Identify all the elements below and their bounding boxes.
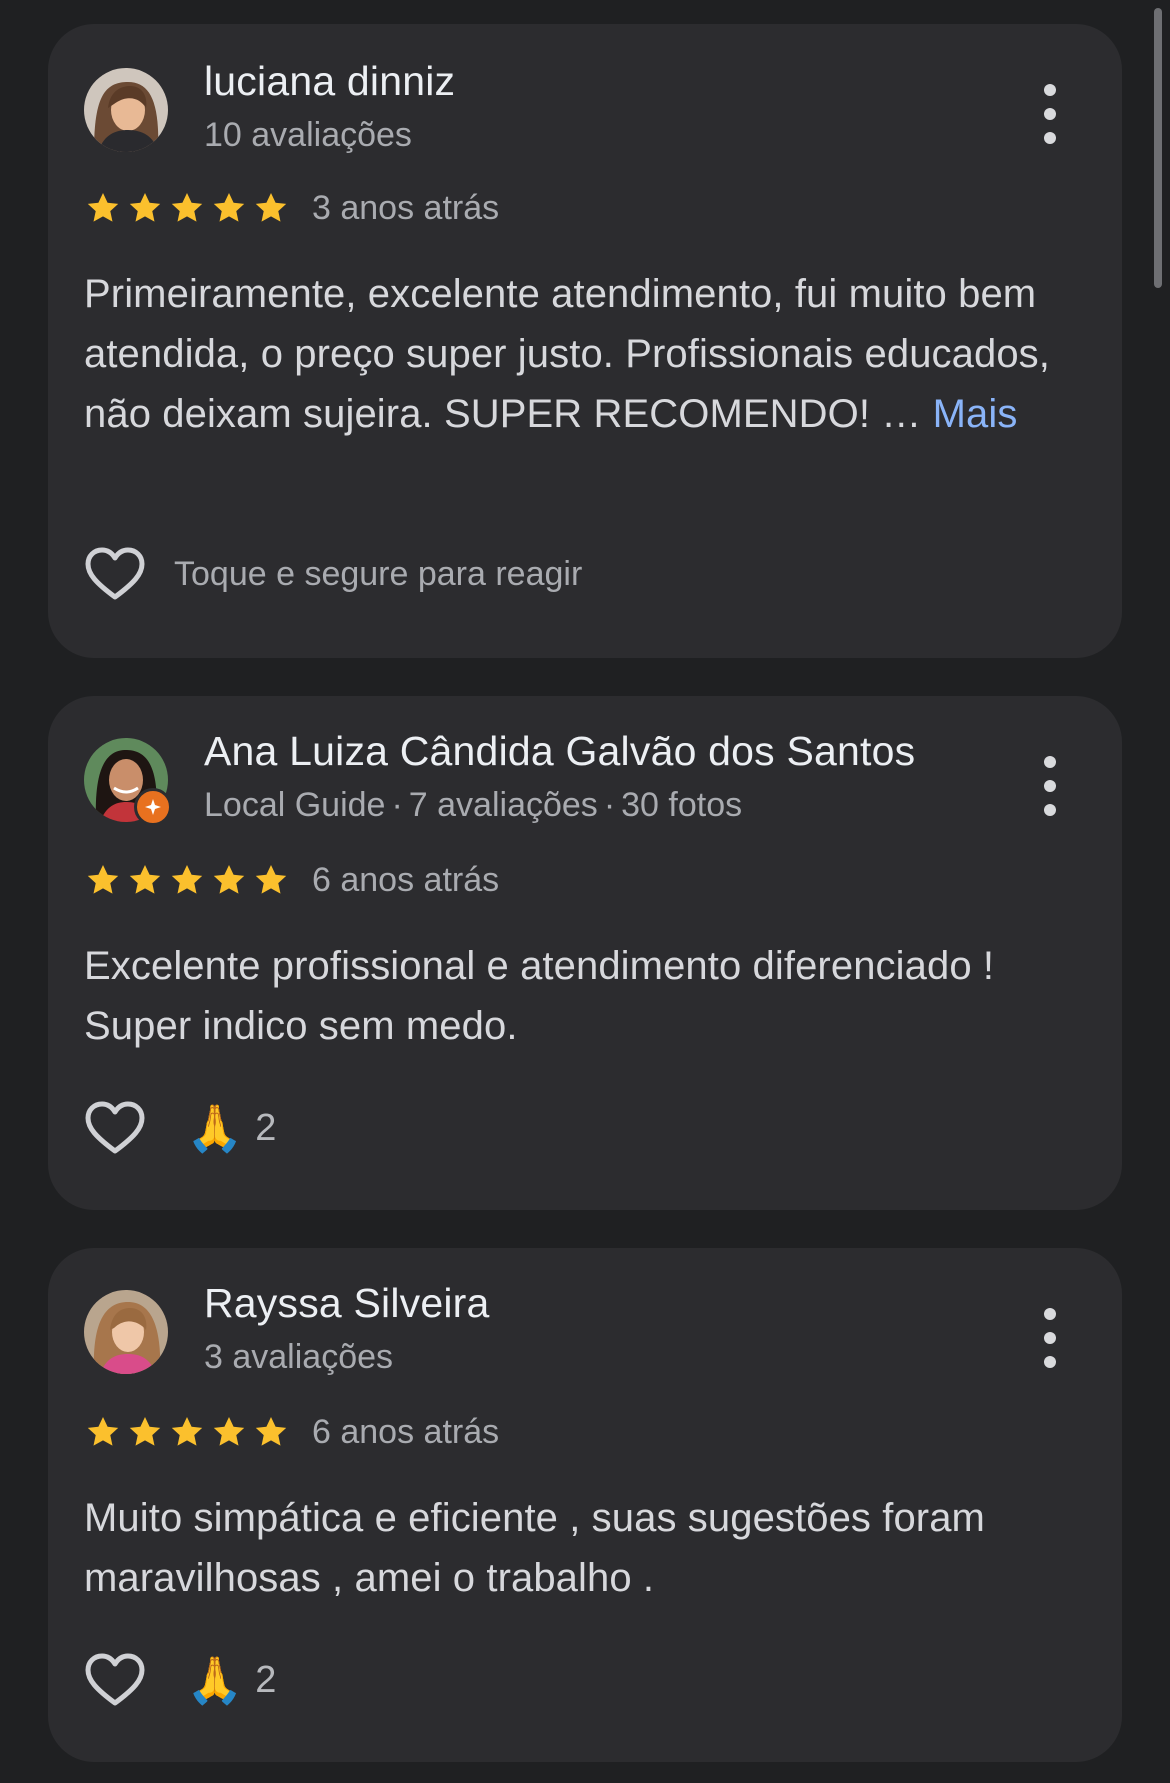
star-icon	[171, 1416, 203, 1446]
more-vert-icon[interactable]	[1038, 84, 1062, 144]
avatar-photo	[84, 68, 168, 152]
review-text-content: Primeiramente, excelente atendimento, fu…	[84, 272, 1050, 436]
reaction-chip[interactable]: 🙏 2	[186, 1100, 276, 1156]
star-rating	[84, 1413, 290, 1451]
reaction-count: 2	[255, 1658, 277, 1701]
reviewer-meta: 10 avaliações	[204, 116, 412, 154]
review-time: 3 anos atrás	[312, 188, 500, 227]
star-icon	[87, 1416, 119, 1446]
folded-hands-icon: 🙏	[186, 1653, 244, 1707]
more-vert-icon[interactable]	[1038, 756, 1062, 816]
heart-icon[interactable]	[84, 1652, 146, 1708]
review-text: Primeiramente, excelente atendimento, fu…	[84, 264, 1094, 444]
meta-separator: ·	[603, 786, 616, 824]
avatar[interactable]	[84, 1290, 168, 1374]
reviewer-name[interactable]: Rayssa Silveira	[204, 1280, 490, 1327]
folded-hands-icon: 🙏	[186, 1101, 244, 1155]
reviewer-name[interactable]: Ana Luiza Cândida Galvão dos Santos	[204, 728, 915, 775]
review-card: Rayssa Silveira 3 avaliações 6 anos atrá…	[48, 1248, 1122, 1762]
rating-row: 3 anos atrás	[84, 188, 499, 228]
reaction-row: 🙏 2	[84, 1650, 276, 1710]
star-icon	[129, 864, 161, 894]
star-icon	[213, 1416, 245, 1446]
star-icon	[129, 1416, 161, 1446]
star-rating	[84, 861, 290, 899]
avatar[interactable]	[84, 68, 168, 152]
review-time: 6 anos atrás	[312, 1412, 500, 1451]
more-link[interactable]: Mais	[933, 392, 1018, 436]
avatar[interactable]	[84, 738, 172, 826]
review-count: 7 avaliações	[408, 786, 598, 824]
review-text: Excelente profissional e atendimento dif…	[84, 944, 995, 1048]
review-time: 6 anos atrás	[312, 860, 500, 899]
heart-icon[interactable]	[84, 1100, 146, 1156]
star-rating	[84, 189, 290, 227]
star-icon	[129, 192, 161, 222]
meta-separator: ·	[391, 786, 403, 824]
review-card: luciana dinniz 10 avaliações 3 anos atrá…	[48, 24, 1122, 658]
star-icon	[255, 864, 287, 894]
reviewer-meta: Local Guide · 7 avaliações · 30 fotos	[204, 786, 742, 825]
star-icon	[213, 864, 245, 894]
local-guide-badge-icon	[134, 788, 172, 826]
star-icon	[255, 192, 287, 222]
rating-row: 6 anos atrás	[84, 860, 499, 900]
scrollbar[interactable]	[1154, 8, 1162, 288]
star-icon	[171, 864, 203, 894]
photo-count: 30 fotos	[621, 786, 743, 824]
avatar-photo	[84, 1290, 168, 1374]
rating-row: 6 anos atrás	[84, 1412, 499, 1452]
reviewer-meta: 3 avaliações	[204, 1338, 394, 1376]
heart-icon[interactable]	[84, 546, 146, 602]
react-hint: Toque e segure para reagir	[174, 554, 583, 593]
star-icon	[87, 864, 119, 894]
reaction-chip[interactable]: 🙏 2	[186, 1652, 276, 1708]
star-icon	[171, 192, 203, 222]
star-icon	[87, 192, 119, 222]
local-guide-label: Local Guide	[204, 786, 386, 824]
review-text: Muito simpática e eficiente , suas suges…	[84, 1496, 985, 1600]
reaction-row: Toque e segure para reagir	[84, 544, 582, 604]
review-card: Ana Luiza Cândida Galvão dos Santos Loca…	[48, 696, 1122, 1210]
star-icon	[213, 192, 245, 222]
reviewer-name[interactable]: luciana dinniz	[204, 58, 455, 105]
reaction-row: 🙏 2	[84, 1098, 276, 1158]
star-icon	[255, 1416, 287, 1446]
reaction-count: 2	[255, 1106, 277, 1149]
more-vert-icon[interactable]	[1038, 1308, 1062, 1368]
reviews-list: luciana dinniz 10 avaliações 3 anos atrá…	[0, 0, 1170, 1783]
